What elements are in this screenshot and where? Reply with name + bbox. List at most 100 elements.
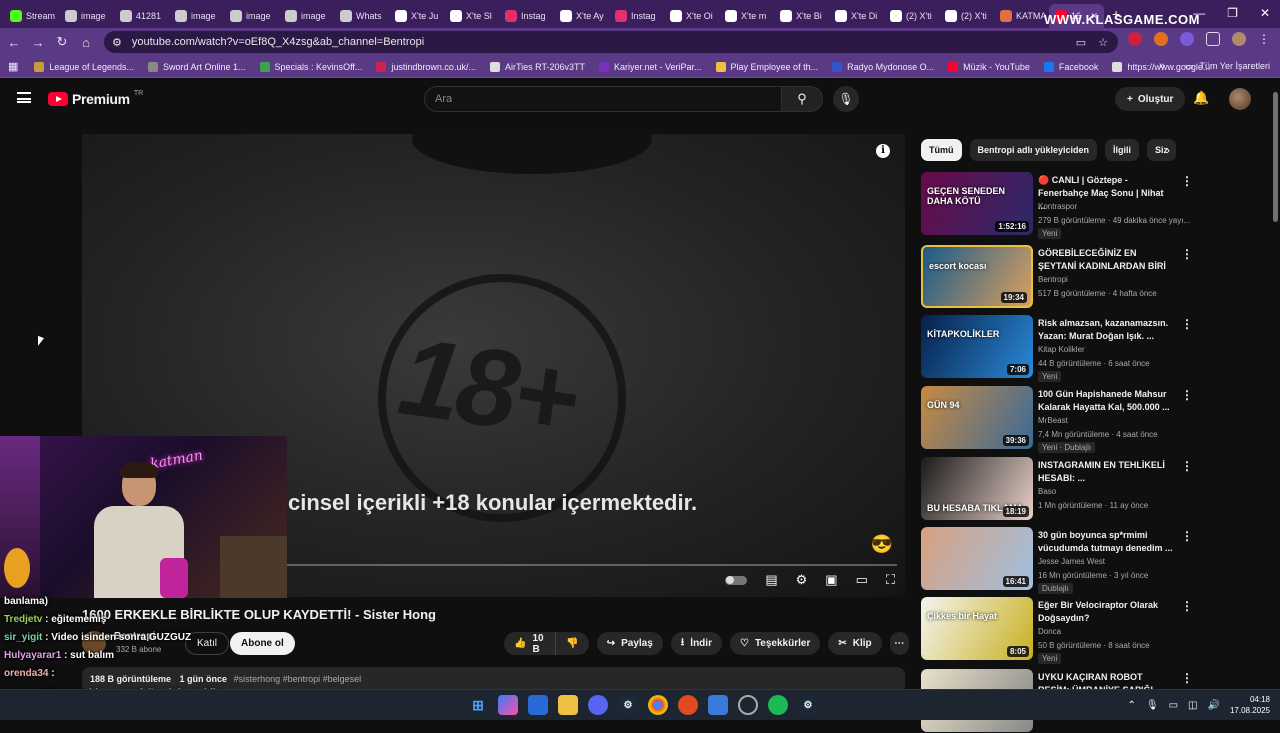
recommended-title[interactable]: INSTAGRAMIN EN TEHLİKELİ HESABI: ... bbox=[1038, 459, 1173, 485]
more-options-icon[interactable]: ⋮ bbox=[1181, 599, 1193, 613]
browser-tab[interactable]: (2) X'ti bbox=[884, 4, 939, 28]
chevron-double-right-icon[interactable]: » bbox=[1159, 60, 1165, 72]
account-avatar[interactable] bbox=[1229, 88, 1251, 110]
more-actions-button[interactable]: ⋯ bbox=[889, 632, 909, 655]
voice-search-button[interactable]: 🎙 bbox=[833, 86, 859, 112]
bookmark-item[interactable]: Specials : KevinsOff... bbox=[259, 61, 362, 72]
search-input[interactable]: Ara bbox=[424, 86, 782, 112]
windows-start-icon[interactable]: ⊞ bbox=[468, 695, 488, 715]
spotify-icon[interactable] bbox=[768, 695, 788, 715]
browser-tab[interactable]: image bbox=[224, 4, 279, 28]
copilot-icon[interactable] bbox=[498, 695, 518, 715]
video-thumbnail[interactable]: BU HESABA TIKLAMA 18:19 bbox=[921, 457, 1033, 520]
theater-mode-icon[interactable]: ▭ bbox=[856, 572, 868, 588]
profile-avatar-icon[interactable] bbox=[1232, 32, 1246, 46]
join-button[interactable]: Katıl bbox=[185, 632, 230, 655]
obs-like-icon[interactable] bbox=[678, 695, 698, 715]
browser-tab[interactable]: image bbox=[59, 4, 114, 28]
more-options-icon[interactable]: ⋮ bbox=[1181, 459, 1193, 473]
apps-grid-icon[interactable]: ▦ bbox=[8, 60, 18, 73]
bookmark-item[interactable]: Radyo Mydonose O... bbox=[832, 61, 934, 72]
info-icon[interactable]: i bbox=[876, 144, 890, 158]
chrome-icon[interactable] bbox=[648, 695, 668, 715]
browser-tab[interactable]: Whats bbox=[334, 4, 389, 28]
extension-icon[interactable] bbox=[1154, 32, 1168, 46]
thanks-button[interactable]: ♡ Teşekkürler bbox=[729, 632, 821, 655]
more-options-icon[interactable]: ⋮ bbox=[1181, 174, 1193, 188]
filter-chip[interactable]: İlgili bbox=[1105, 139, 1140, 161]
bookmark-item[interactable]: Kariyer.net - VeriPar... bbox=[598, 61, 702, 72]
bookmark-item[interactable]: Müzik - YouTube bbox=[948, 61, 1030, 72]
browser-tab[interactable]: X'te Di bbox=[829, 4, 884, 28]
browser-tab[interactable]: X'te Sl bbox=[444, 4, 499, 28]
recommended-video[interactable]: Çikkes bir Hayat 8:05 Eğer Bir Velocirapto… bbox=[921, 597, 1266, 664]
settings-gear-icon[interactable]: ⚙ bbox=[796, 572, 808, 588]
more-options-icon[interactable]: ⋮ bbox=[1181, 529, 1193, 543]
filter-chip[interactable]: Siz bbox=[1147, 139, 1177, 161]
recommended-video[interactable]: GÜN 94 39:36 100 Gün Hapishanede Mahsur Ka… bbox=[921, 386, 1266, 453]
more-options-icon[interactable]: ⋮ bbox=[1181, 671, 1193, 685]
more-options-icon[interactable]: ⋮ bbox=[1181, 388, 1193, 402]
dislike-button[interactable]: 👎 bbox=[555, 632, 589, 655]
search-button[interactable]: ⚲ bbox=[781, 86, 823, 112]
reload-icon[interactable]: ↻ bbox=[50, 34, 74, 50]
browser-tab[interactable]: X'te Bi bbox=[774, 4, 829, 28]
fullscreen-icon[interactable]: ⛶ bbox=[886, 572, 895, 588]
recommended-title[interactable]: 100 Gün Hapishanede Mahsur Kalarak Hayat… bbox=[1038, 388, 1173, 414]
recommended-channel[interactable]: Jesse James West bbox=[1038, 557, 1105, 566]
maximize-icon[interactable]: ❐ bbox=[1227, 6, 1238, 20]
page-scrollbar[interactable] bbox=[1271, 78, 1280, 720]
app-circle-icon[interactable] bbox=[738, 695, 758, 715]
video-thumbnail[interactable]: Çikkes bir Hayat 8:05 bbox=[921, 597, 1033, 660]
filter-chip[interactable]: Tümü bbox=[921, 139, 962, 161]
recommended-video[interactable]: KİTAPKOLİKLER 7:06 Risk almazsan, kazanama… bbox=[921, 315, 1266, 382]
bookmark-item[interactable]: Sword Art Online 1... bbox=[147, 61, 246, 72]
share-button[interactable]: ↪ Paylaş bbox=[596, 632, 663, 655]
puzzle-icon[interactable] bbox=[1206, 32, 1220, 46]
filter-chip[interactable]: Bentropi adlı yükleyiciden bbox=[969, 139, 1098, 161]
cast-icon[interactable]: ▭ bbox=[1076, 36, 1086, 49]
video-thumbnail[interactable]: GÜN 94 39:36 bbox=[921, 386, 1033, 449]
recommended-title[interactable]: GÖREBİLECEĞİNİZ EN ŞEYTANİ KADINLARDAN B… bbox=[1038, 247, 1173, 273]
forward-icon[interactable]: → bbox=[26, 35, 50, 50]
youtube-premium-logo[interactable]: Premium TR bbox=[48, 90, 143, 107]
browser-tab[interactable]: X'te m bbox=[719, 4, 774, 28]
video-thumbnail[interactable]: KİTAPKOLİKLER 7:06 bbox=[921, 315, 1033, 378]
download-button[interactable]: ⭳ İndir bbox=[670, 632, 722, 655]
browser-tab[interactable]: X'te Ju bbox=[389, 4, 444, 28]
extension-icon[interactable] bbox=[1180, 32, 1194, 46]
video-thumbnail[interactable]: GEÇEN SENEDEN DAHA KÖTÜ 1:52:16 bbox=[921, 172, 1033, 235]
home-icon[interactable]: ⌂ bbox=[74, 35, 98, 50]
extension-icon[interactable] bbox=[1128, 32, 1142, 46]
clock[interactable]: 04:18 17.08.2025 bbox=[1230, 694, 1270, 716]
site-info-icon[interactable]: ⚙ bbox=[112, 36, 122, 49]
more-options-icon[interactable]: ⋮ bbox=[1181, 317, 1193, 331]
recommended-video[interactable]: 16:41 30 gün boyunca sp*rmimi vücudumda t… bbox=[921, 527, 1266, 594]
bookmark-star-icon[interactable]: ☆ bbox=[1098, 36, 1108, 49]
recommended-video[interactable]: BU HESABA TIKLAMA 18:19 INSTAGRAMIN EN TEH… bbox=[921, 457, 1266, 521]
steam-icon[interactable]: ⚙ bbox=[618, 695, 638, 715]
browser-tab[interactable]: X'te Oi bbox=[664, 4, 719, 28]
browser-tab[interactable]: image bbox=[279, 4, 334, 28]
clip-button[interactable]: ✂ Klip bbox=[828, 632, 882, 655]
bookmark-item[interactable]: Facebook bbox=[1043, 61, 1098, 72]
hamburger-menu-icon[interactable] bbox=[17, 92, 31, 103]
minimize-icon[interactable]: — bbox=[1193, 6, 1205, 20]
browser-tab[interactable]: (2) X'ti bbox=[939, 4, 994, 28]
recommended-channel[interactable]: Kitap Kolikler bbox=[1038, 345, 1085, 354]
store-icon[interactable] bbox=[528, 695, 548, 715]
display-icon[interactable]: ▭ bbox=[1169, 700, 1178, 711]
recommended-channel[interactable]: Kontraspor bbox=[1038, 202, 1077, 211]
all-bookmarks[interactable]: » ▭ Tüm Yer İşaretleri bbox=[1159, 60, 1270, 72]
recommended-video[interactable]: escort kocası 19:34 GÖREBİLECEĞİNİZ EN ŞEY… bbox=[921, 245, 1266, 309]
browser-tab[interactable]: Instag bbox=[499, 4, 554, 28]
chevron-right-icon[interactable]: › bbox=[1166, 143, 1170, 157]
bookmark-item[interactable]: AirTies RT-206v3TT bbox=[489, 61, 585, 72]
video-thumbnail[interactable]: escort kocası 19:34 bbox=[921, 245, 1033, 308]
bookmark-item[interactable]: League of Legends... bbox=[34, 61, 134, 72]
menu-dots-icon[interactable]: ⋮ bbox=[1258, 32, 1270, 46]
miniplayer-icon[interactable]: ▣ bbox=[825, 572, 837, 588]
recommended-title[interactable]: 30 gün boyunca sp*rmimi vücudumda tutmay… bbox=[1038, 529, 1173, 555]
steam-icon[interactable]: ⚙ bbox=[798, 695, 818, 715]
recommended-channel[interactable]: Baso bbox=[1038, 487, 1056, 496]
